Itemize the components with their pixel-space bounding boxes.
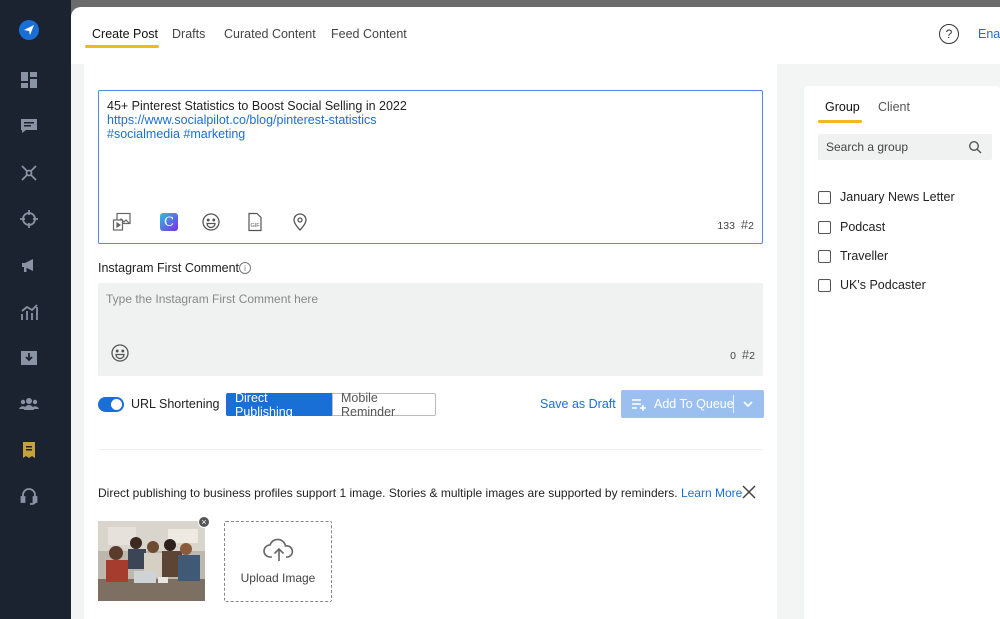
- download-icon[interactable]: [18, 346, 40, 368]
- comment-hashtag-count: 2: [749, 350, 755, 362]
- analytics-icon[interactable]: [18, 301, 40, 323]
- group-item-label: Traveller: [840, 249, 889, 263]
- tab-curated-content[interactable]: Curated Content: [224, 27, 316, 49]
- composer-panel: 45+ Pinterest Statistics to Boost Social…: [84, 64, 777, 619]
- search-group-input[interactable]: Search a group: [818, 134, 992, 160]
- tab-drafts[interactable]: Drafts: [172, 27, 205, 49]
- posts-icon[interactable]: [18, 115, 40, 137]
- cloud-upload-icon: [263, 537, 295, 566]
- group-item-label: UK's Podcaster: [840, 278, 926, 292]
- group-item[interactable]: January News Letter: [818, 189, 955, 205]
- enable-link[interactable]: Enal: [978, 27, 1000, 41]
- megaphone-icon[interactable]: [18, 254, 40, 276]
- help-icon[interactable]: ?: [939, 24, 959, 44]
- queue-divider: [733, 395, 734, 413]
- group-item[interactable]: UK's Podcaster: [818, 277, 926, 293]
- add-to-queue-button[interactable]: Add To Queue: [621, 390, 764, 418]
- tab-group[interactable]: Group: [825, 100, 860, 114]
- instagram-first-comment-label: Instagram First Comment: [98, 261, 240, 275]
- team-icon[interactable]: [18, 393, 40, 415]
- group-checkbox[interactable]: [818, 278, 831, 292]
- canva-letter: C: [160, 213, 178, 231]
- location-icon[interactable]: [289, 211, 311, 233]
- queue-icon: [631, 397, 647, 414]
- save-as-draft-button[interactable]: Save as Draft: [540, 397, 616, 411]
- group-panel: Group Client Search a group January News…: [804, 86, 1000, 619]
- direct-publishing-button[interactable]: Direct Publishing: [226, 391, 332, 419]
- comment-counter: 0 #2: [730, 347, 755, 362]
- svg-text:GIF: GIF: [251, 223, 261, 229]
- group-item-label: Podcast: [840, 220, 886, 234]
- post-hashtags[interactable]: #socialmedia #marketing: [107, 127, 245, 141]
- group-checkbox[interactable]: [818, 249, 831, 263]
- group-checkbox[interactable]: [818, 190, 831, 204]
- group-checkbox[interactable]: [818, 220, 831, 234]
- info-icon[interactable]: i: [239, 262, 251, 274]
- group-item-label: January News Letter: [840, 190, 955, 204]
- close-icon[interactable]: [741, 484, 757, 503]
- character-count: 133: [717, 220, 735, 232]
- comment-placeholder: Type the Instagram First Comment here: [106, 292, 319, 306]
- uploaded-image-thumbnail[interactable]: [98, 521, 205, 601]
- post-counter: 133 #2: [717, 217, 754, 232]
- chevron-down-icon[interactable]: [741, 397, 755, 414]
- search-icon[interactable]: [968, 140, 982, 157]
- url-shortening-toggle[interactable]: [98, 397, 124, 412]
- tab-feed-content[interactable]: Feed Content: [331, 27, 407, 49]
- emoji-icon[interactable]: [110, 343, 130, 366]
- search-placeholder: Search a group: [826, 140, 909, 154]
- top-tab-bar: Create Post Drafts Curated Content Feed …: [71, 7, 1000, 64]
- main-panel: Create Post Drafts Curated Content Feed …: [71, 7, 1000, 619]
- upload-image-label: Upload Image: [240, 571, 316, 585]
- publishing-notice: Direct publishing to business profiles s…: [98, 486, 742, 500]
- media-upload-icon[interactable]: [111, 211, 133, 233]
- url-shortening-label: URL Shortening: [131, 397, 220, 411]
- hashtag-count: 2: [748, 220, 754, 232]
- emoji-icon[interactable]: [200, 211, 222, 233]
- dashboard-icon[interactable]: [18, 69, 40, 91]
- mobile-reminder-button[interactable]: Mobile Reminder: [332, 391, 436, 419]
- comment-character-count: 0: [730, 350, 736, 362]
- add-to-queue-label: Add To Queue: [654, 397, 734, 411]
- target-icon[interactable]: [18, 208, 40, 230]
- active-tab-indicator: [85, 45, 159, 48]
- post-link[interactable]: https://www.socialpilot.co/blog/pinteres…: [107, 113, 377, 127]
- post-editor[interactable]: 45+ Pinterest Statistics to Boost Social…: [98, 90, 763, 244]
- reports-icon[interactable]: [18, 439, 40, 461]
- tab-client[interactable]: Client: [878, 100, 910, 114]
- active-group-tab-indicator: [818, 120, 862, 123]
- support-icon[interactable]: [18, 485, 40, 507]
- canva-icon[interactable]: C: [158, 211, 180, 233]
- logo-icon[interactable]: [18, 19, 40, 41]
- connect-icon[interactable]: [18, 162, 40, 184]
- divider: [98, 449, 763, 450]
- sidebar: [0, 0, 71, 619]
- post-text-line: 45+ Pinterest Statistics to Boost Social…: [107, 99, 407, 113]
- remove-image-icon[interactable]: ×: [198, 516, 210, 528]
- notice-text: Direct publishing to business profiles s…: [98, 486, 681, 500]
- upload-image-button[interactable]: Upload Image: [224, 521, 332, 602]
- learn-more-link[interactable]: Learn More: [681, 486, 742, 500]
- gif-icon[interactable]: GIF: [244, 211, 266, 233]
- group-item[interactable]: Podcast: [818, 219, 885, 235]
- group-item[interactable]: Traveller: [818, 248, 888, 264]
- instagram-comment-input[interactable]: Type the Instagram First Comment here 0 #…: [98, 283, 763, 376]
